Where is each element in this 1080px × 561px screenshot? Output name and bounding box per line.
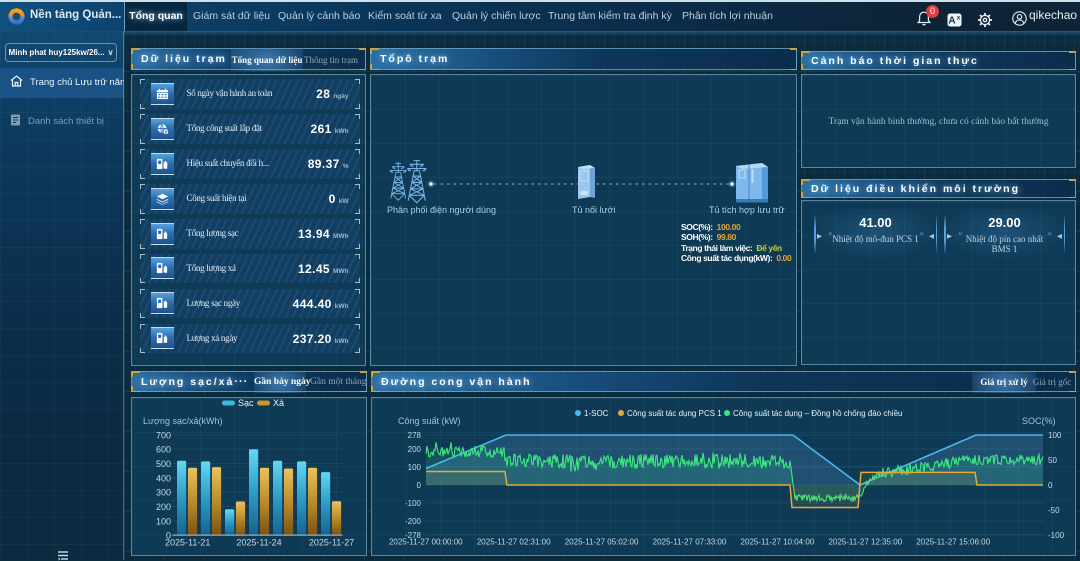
svg-text:2025-11-21: 2025-11-21 xyxy=(165,538,210,548)
svg-text:SOC(%): SOC(%) xyxy=(1022,416,1056,426)
svg-text:-50: -50 xyxy=(1048,506,1060,515)
svg-text:2025-11-27 07:33:00: 2025-11-27 07:33:00 xyxy=(653,538,727,547)
svg-text:100: 100 xyxy=(156,516,171,526)
svg-text:Công suất (kW): Công suất (kW) xyxy=(398,416,461,426)
svg-text:Công suất tác dụng – Đồng hồ c: Công suất tác dụng – Đồng hồ chống đảo c… xyxy=(733,409,902,418)
svg-text:Công suất tác dụng PCS 1: Công suất tác dụng PCS 1 xyxy=(627,409,722,418)
svg-text:600: 600 xyxy=(156,445,171,455)
svg-text:400: 400 xyxy=(156,473,171,483)
svg-text:Xả: Xả xyxy=(273,398,284,408)
svg-text:2025-11-27: 2025-11-27 xyxy=(309,538,354,548)
svg-text:500: 500 xyxy=(156,459,171,469)
svg-text:-100: -100 xyxy=(1048,531,1065,540)
svg-text:A: A xyxy=(948,16,955,27)
svg-text:Lượng sạc/xả(kWh): Lượng sạc/xả(kWh) xyxy=(143,416,222,426)
svg-text:0: 0 xyxy=(417,481,422,490)
svg-text:100: 100 xyxy=(1048,431,1062,440)
svg-text:300: 300 xyxy=(156,488,171,498)
svg-text:2025-11-27 15:06:00: 2025-11-27 15:06:00 xyxy=(916,538,990,547)
svg-text:100: 100 xyxy=(408,463,422,472)
svg-text:50: 50 xyxy=(1048,456,1057,465)
svg-text:2025-11-24: 2025-11-24 xyxy=(236,538,281,548)
svg-text:2025-11-27 02:31:00: 2025-11-27 02:31:00 xyxy=(477,538,551,547)
svg-text:2025-11-27 12:35:00: 2025-11-27 12:35:00 xyxy=(828,538,902,547)
svg-text:700: 700 xyxy=(156,430,171,440)
svg-text:200: 200 xyxy=(156,502,171,512)
svg-text:278: 278 xyxy=(408,431,422,440)
svg-text:2025-11-27 10:04:00: 2025-11-27 10:04:00 xyxy=(741,538,815,547)
svg-text:2025-11-27 00:00:00: 2025-11-27 00:00:00 xyxy=(389,538,463,547)
svg-text:0: 0 xyxy=(1048,481,1053,490)
svg-text:-200: -200 xyxy=(405,517,422,526)
svg-text:2025-11-27 05:02:00: 2025-11-27 05:02:00 xyxy=(565,538,639,547)
svg-text:200: 200 xyxy=(408,445,422,454)
svg-text:-100: -100 xyxy=(405,499,422,508)
svg-text:Sạc: Sạc xyxy=(238,398,254,408)
svg-text:1-SOC: 1-SOC xyxy=(584,409,609,418)
